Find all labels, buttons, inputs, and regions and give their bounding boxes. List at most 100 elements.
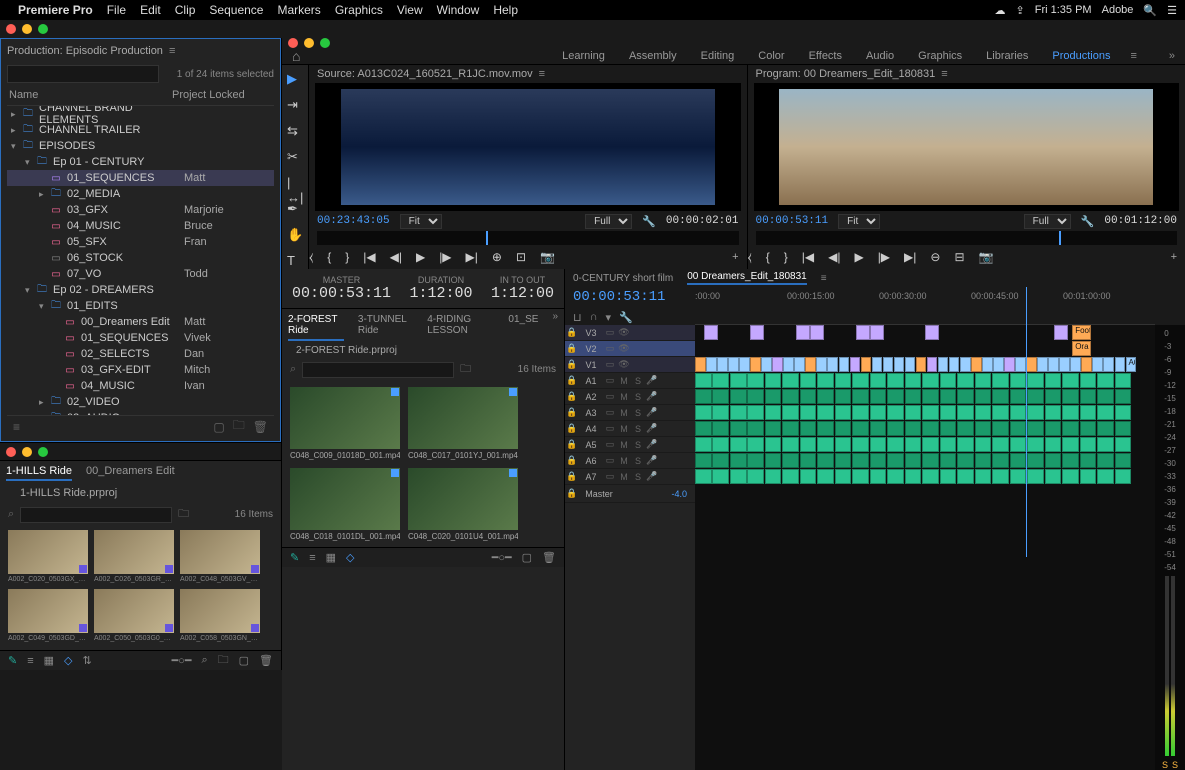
timeline-clip[interactable] [940,437,957,452]
snap-icon[interactable]: ⊔ [573,311,582,324]
timeline-clip[interactable] [835,421,852,436]
mic-icon[interactable]: 🎤 [645,439,659,450]
timeline-clip[interactable] [887,469,904,484]
toggle-icon[interactable]: ▭ [603,391,617,402]
timeline-clip[interactable] [872,357,883,372]
freeform-icon[interactable]: ◇ [64,654,72,667]
tab-01se[interactable]: 01_SE [508,311,538,341]
tree-row[interactable]: ▾🗀Ep 01 - CENTURY [7,154,274,170]
timeline-clip[interactable] [730,469,747,484]
wrench-icon[interactable]: 🔧 [642,215,656,228]
timeline-clip[interactable] [835,389,852,404]
toggle-icon[interactable]: ▭ [603,471,617,482]
audio-track-header[interactable]: 🔒A7▭MS🎤 [565,469,695,485]
trash-icon[interactable]: 🗑 [253,420,268,434]
timeline-clip[interactable] [1045,389,1062,404]
timeline-clip[interactable] [765,405,782,420]
add-button-icon[interactable]: + [1171,251,1177,263]
timeline-clip[interactable] [1080,469,1097,484]
eye-icon[interactable]: 👁 [617,359,631,370]
pen-tool-icon[interactable]: ✒ [287,201,303,217]
timeline-clip[interactable] [1062,373,1079,388]
timeline-clip[interactable] [852,469,869,484]
timeline-clip[interactable] [870,469,887,484]
workspace-tab[interactable]: Color [758,50,784,62]
clip-thumbnail[interactable]: C048_C020_0101U4_001.mp4 [408,468,518,541]
timeline-clip[interactable] [747,421,764,436]
timeline-clip[interactable] [761,357,772,372]
timeline-clip[interactable] [835,469,852,484]
timeline-clip[interactable] [1097,421,1114,436]
mic-icon[interactable]: 🎤 [645,471,659,482]
program-out-timecode[interactable]: 00:01:12:00 [1104,215,1177,227]
timeline-clip[interactable] [852,405,869,420]
timeline-clip[interactable] [887,421,904,436]
timeline-clip[interactable] [975,437,992,452]
link-icon[interactable]: ∩ [590,311,598,324]
type-tool-icon[interactable]: T [287,253,303,269]
timeline-clip[interactable] [852,389,869,404]
zoom-slider[interactable]: ━○━ [172,654,192,667]
timeline-clip[interactable] [1045,405,1062,420]
menu-markers[interactable]: Markers [277,3,320,17]
timeline-clip[interactable] [712,421,729,436]
timeline-clip[interactable] [835,373,852,388]
timeline-clip[interactable] [1062,389,1079,404]
timeline-clip[interactable] [817,373,834,388]
timeline-clip[interactable] [975,453,992,468]
timeline-clip[interactable] [712,437,729,452]
panel-menu-icon[interactable]: ≡ [169,45,175,57]
timeline-clip[interactable] [1045,469,1062,484]
timeline-clip[interactable] [925,325,939,340]
timeline-clip[interactable] [887,405,904,420]
timeline-clip[interactable] [835,453,852,468]
step-fwd-icon[interactable]: |▶ [439,250,451,264]
audio-track-header[interactable]: 🔒A5▭MS🎤 [565,437,695,453]
timeline-clip[interactable] [706,357,717,372]
tree-row[interactable]: ▭02_SELECTSDan [7,346,274,362]
master-track-header[interactable]: 🔒Master-4.0 [565,485,695,503]
lock-icon[interactable]: 🔒 [565,471,579,482]
timeline-clip[interactable] [1115,453,1132,468]
lock-icon[interactable]: 🔒 [565,488,579,499]
video-track-header[interactable]: 🔒V1▭👁 [565,357,695,373]
timeline-clip[interactable] [1054,325,1068,340]
timeline-clip[interactable] [712,453,729,468]
menu-window[interactable]: Window [437,3,480,17]
workspace-tab[interactable]: Learning [562,50,605,62]
timeline-clip[interactable] [1080,405,1097,420]
timeline-clip[interactable] [957,469,974,484]
timeline-clip[interactable] [796,325,810,340]
timeline-clip[interactable] [1080,437,1097,452]
timeline-clip[interactable] [887,373,904,388]
timeline-clip[interactable] [816,357,827,372]
timeline-clip[interactable] [1004,357,1015,372]
timeline-clip[interactable] [1027,405,1044,420]
clip-thumbnail[interactable]: A002_C058_0503GN_001.mp4 [180,589,260,642]
grid-icon[interactable]: ▦ [44,654,54,667]
timeline-clip[interactable] [957,453,974,468]
lock-icon[interactable]: 🔒 [565,359,579,370]
minimize-window-button[interactable] [22,24,32,34]
timeline-clip[interactable] [940,453,957,468]
timeline-clip[interactable] [922,405,939,420]
timeline-clip[interactable] [993,357,1004,372]
hills-clip-grid[interactable]: A002_C020_0503GX_001.mp4A002_C026_0503GR… [0,526,281,646]
lock-icon[interactable]: 🔒 [565,423,579,434]
tree-row[interactable]: ▭00_Dreamers EditMatt [7,314,274,330]
timeline-clip[interactable] [695,405,712,420]
timeline-clip[interactable] [1010,453,1027,468]
timeline-clip[interactable] [949,357,960,372]
new-item-icon[interactable]: ▢ [522,551,532,564]
timeline-clip[interactable] [905,453,922,468]
timeline-clip[interactable] [992,437,1009,452]
wifi-icon[interactable]: ⇪ [1016,4,1025,17]
timeline-clip[interactable] [800,373,817,388]
timeline-clip[interactable] [800,469,817,484]
clip-thumbnail[interactable]: C048_C009_01018D_001.mp4 [290,387,400,460]
workspace-tab[interactable]: Editing [701,50,735,62]
video-track-header[interactable]: 🔒V2▭👁 [565,341,695,357]
forest-search-input[interactable] [302,362,454,378]
tree-row[interactable]: ▾🗀EPISODES [7,138,274,154]
menu-clip[interactable]: Clip [175,3,196,17]
